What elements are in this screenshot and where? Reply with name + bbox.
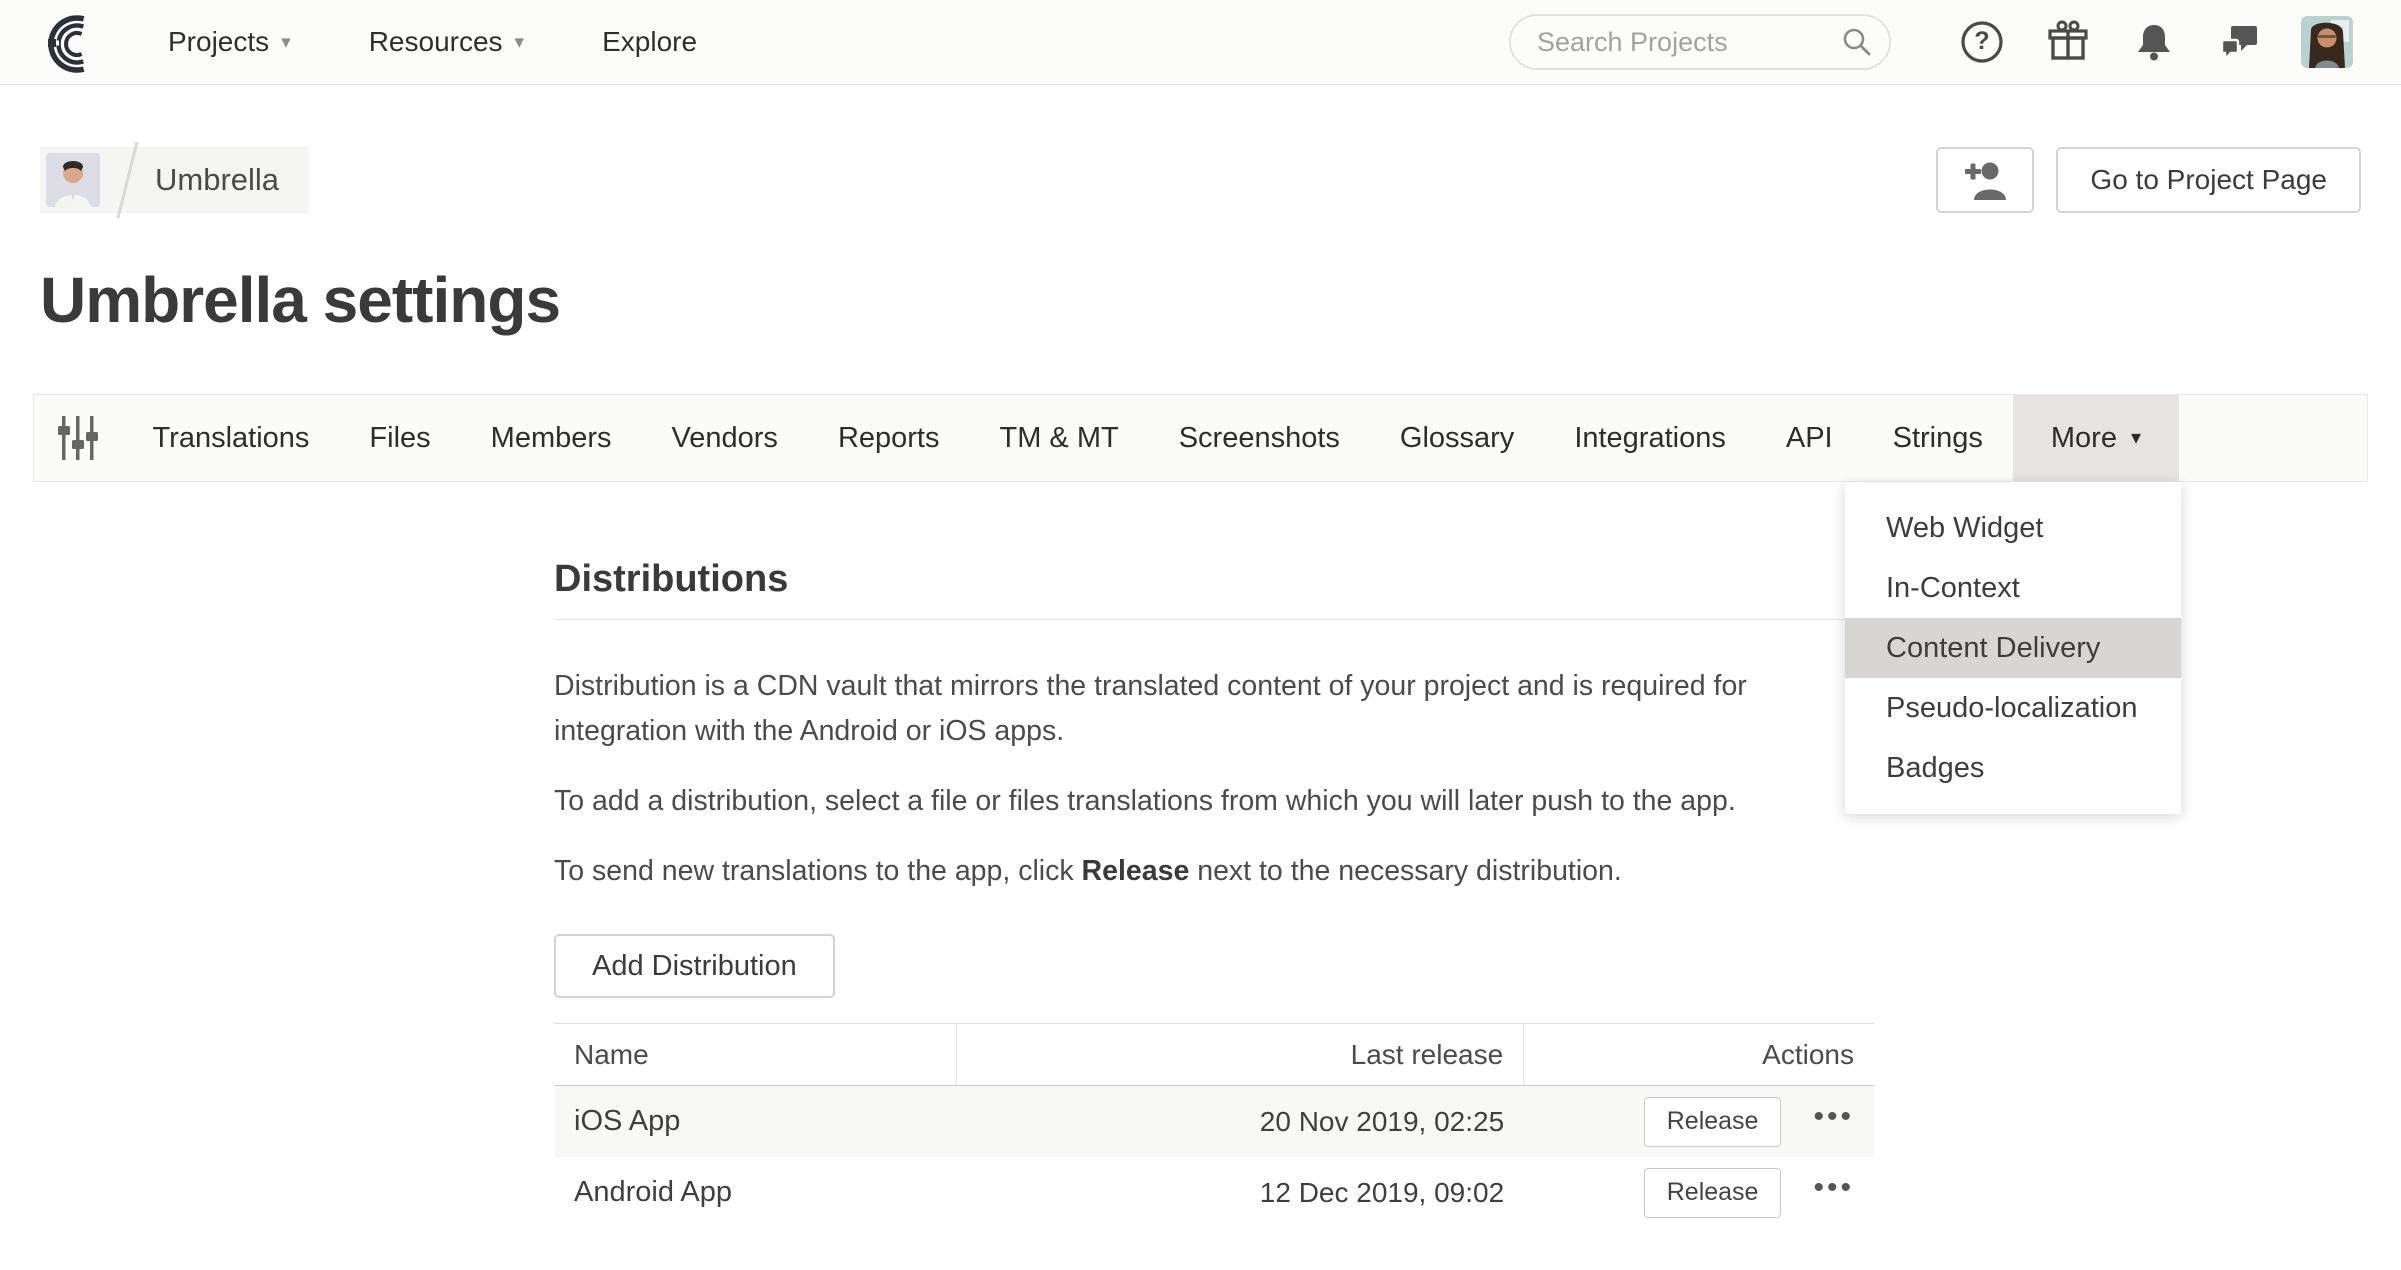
description-paragraph-3: To send new translations to the app, cli… [554, 849, 1839, 894]
menu-item-web-widget[interactable]: Web Widget [1845, 498, 2181, 558]
nav-projects-label: Projects [168, 26, 269, 58]
gift-button[interactable] [2043, 17, 2093, 67]
crowdin-logo-icon[interactable] [40, 9, 106, 75]
row-actions: Release ••• [1524, 1168, 1874, 1218]
help-icon: ? [1958, 18, 2006, 66]
page-title: Umbrella settings [40, 263, 2361, 337]
nav-explore-label: Explore [602, 26, 697, 58]
add-distribution-button[interactable]: Add Distribution [554, 934, 835, 998]
nav-resources[interactable]: Resources ▾ [369, 26, 524, 58]
tab-integrations[interactable]: Integrations [1544, 395, 1756, 481]
release-keyword: Release [1082, 855, 1190, 887]
messages-button[interactable] [2215, 17, 2265, 67]
breadcrumb-separator [117, 142, 139, 218]
person-add-icon [1959, 156, 2011, 204]
release-button[interactable]: Release [1644, 1168, 1782, 1218]
invite-people-button[interactable] [1936, 147, 2034, 213]
bell-icon [2130, 18, 2178, 66]
caret-down-icon: ▾ [281, 33, 291, 52]
user-avatar[interactable] [2301, 16, 2353, 68]
menu-item-pseudo-localization[interactable]: Pseudo-localization [1845, 678, 2181, 738]
project-owner-avatar [46, 153, 100, 207]
tab-api[interactable]: API [1756, 395, 1863, 481]
more-dropdown-menu: Web Widget In-Context Content Delivery P… [1845, 482, 2181, 814]
search-input[interactable] [1509, 14, 1891, 70]
nav-projects[interactable]: Projects ▾ [168, 26, 291, 58]
distribution-last-release: 20 Nov 2019, 02:25 [957, 1106, 1525, 1138]
section-title: Distributions [554, 558, 1874, 601]
help-button[interactable]: ? [1957, 17, 2007, 67]
tab-more[interactable]: More ▾ [2013, 395, 2179, 481]
tab-strings[interactable]: Strings [1863, 395, 2013, 481]
header-actions: Go to Project Page [1936, 147, 2361, 213]
row-menu-icon[interactable]: ••• [1813, 1102, 1854, 1142]
table-header-row: Name Last release Actions [554, 1024, 1874, 1086]
gift-icon [2044, 18, 2092, 66]
column-header-name: Name [554, 1024, 957, 1085]
menu-item-in-context[interactable]: In-Context [1845, 558, 2181, 618]
breadcrumb[interactable]: Umbrella [40, 147, 309, 213]
section-divider [554, 619, 1874, 620]
distributions-panel: Distributions Distribution is a CDN vaul… [554, 558, 1874, 1228]
menu-item-badges[interactable]: Badges [1845, 738, 2181, 798]
column-header-actions: Actions [1524, 1024, 1874, 1085]
search-icon [1841, 26, 1873, 58]
tab-more-label: More [2051, 422, 2117, 455]
chat-icon [2216, 18, 2264, 66]
nav-resources-label: Resources [369, 26, 503, 58]
top-navbar: Projects ▾ Resources ▾ Explore ? [0, 0, 2401, 85]
tab-tm-mt[interactable]: TM & MT [969, 395, 1148, 481]
distribution-name: iOS App [554, 1105, 957, 1138]
table-row: iOS App 20 Nov 2019, 02:25 Release ••• [554, 1086, 1874, 1157]
tab-files[interactable]: Files [339, 395, 460, 481]
sliders-icon [54, 412, 102, 464]
go-to-project-page-label: Go to Project Page [2090, 164, 2327, 196]
tab-glossary[interactable]: Glossary [1370, 395, 1544, 481]
description-paragraph-1: Distribution is a CDN vault that mirrors… [554, 664, 1839, 754]
breadcrumb-row: Umbrella Go to Project Page [40, 147, 2361, 213]
tab-reports[interactable]: Reports [808, 395, 970, 481]
settings-tabbar: Translations Files Members Vendors Repor… [33, 394, 2368, 482]
tab-members[interactable]: Members [461, 395, 642, 481]
tab-vendors[interactable]: Vendors [642, 395, 808, 481]
row-menu-icon[interactable]: ••• [1813, 1173, 1854, 1213]
nav-explore[interactable]: Explore [602, 26, 697, 58]
go-to-project-page-button[interactable]: Go to Project Page [2056, 147, 2361, 213]
column-header-last-release: Last release [957, 1024, 1525, 1085]
notifications-button[interactable] [2129, 17, 2179, 67]
release-button[interactable]: Release [1644, 1097, 1782, 1147]
tab-settings[interactable] [34, 395, 123, 481]
project-search [1509, 14, 1891, 70]
table-row: Android App 12 Dec 2019, 09:02 Release •… [554, 1157, 1874, 1228]
tab-screenshots[interactable]: Screenshots [1149, 395, 1370, 481]
caret-down-icon: ▾ [2131, 428, 2141, 448]
caret-down-icon: ▾ [515, 33, 525, 52]
distribution-name: Android App [554, 1176, 957, 1209]
distribution-last-release: 12 Dec 2019, 09:02 [957, 1177, 1525, 1209]
distributions-table: Name Last release Actions iOS App 20 Nov… [554, 1023, 1874, 1228]
svg-text:?: ? [1974, 27, 1989, 55]
menu-item-content-delivery[interactable]: Content Delivery [1845, 618, 2181, 678]
breadcrumb-project-name: Umbrella [155, 162, 279, 198]
description-paragraph-2: To add a distribution, select a file or … [554, 779, 1839, 824]
row-actions: Release ••• [1524, 1097, 1874, 1147]
tab-translations[interactable]: Translations [123, 395, 340, 481]
